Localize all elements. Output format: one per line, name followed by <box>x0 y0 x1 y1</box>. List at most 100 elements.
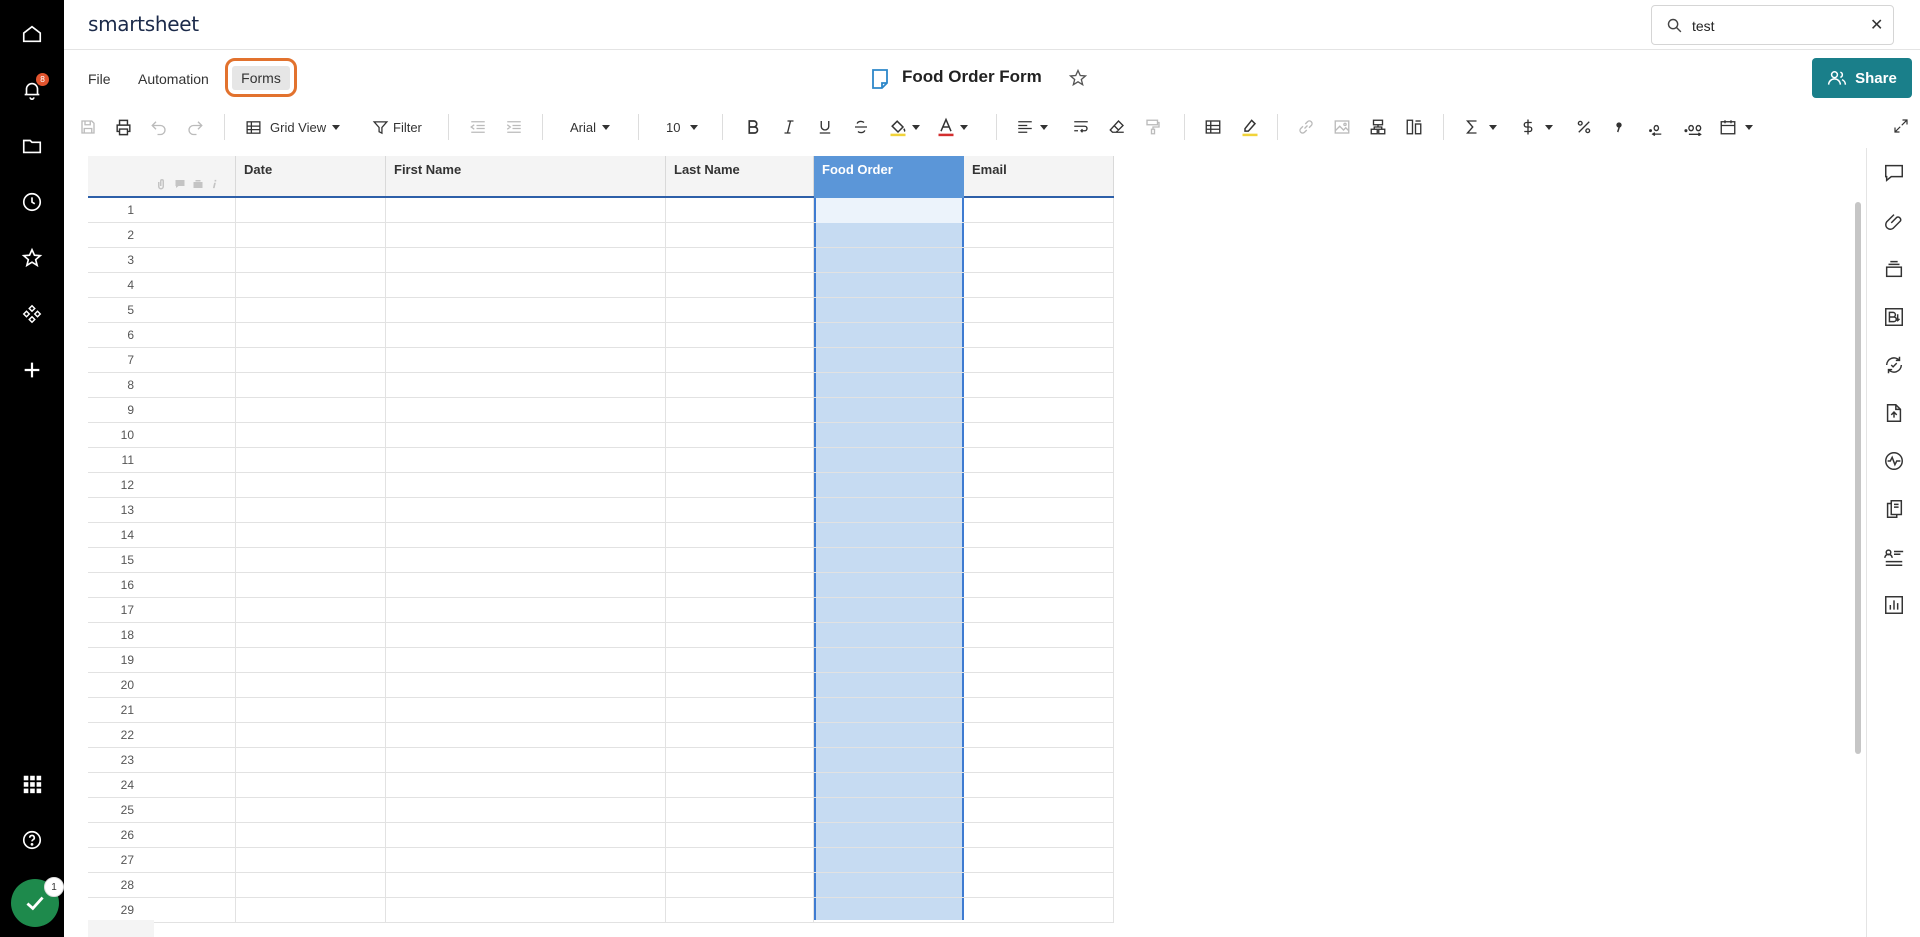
table-cell[interactable] <box>386 423 666 448</box>
table-cell[interactable] <box>236 673 386 698</box>
table-row[interactable]: 29 <box>88 898 1114 923</box>
column-header-food-order[interactable]: Food Order <box>814 156 964 198</box>
home-icon[interactable] <box>12 14 52 54</box>
table-cell[interactable] <box>666 873 814 898</box>
table-cell[interactable] <box>814 573 964 598</box>
table-row[interactable]: 25 <box>88 798 1114 823</box>
table-cell[interactable] <box>236 398 386 423</box>
undo-icon[interactable] <box>150 116 168 138</box>
text-color-dropdown[interactable] <box>936 116 968 138</box>
table-cell[interactable] <box>666 723 814 748</box>
row-header-cell[interactable] <box>88 323 236 348</box>
table-cell[interactable] <box>236 248 386 273</box>
row-header-cell[interactable] <box>88 548 236 573</box>
row-header-cell[interactable] <box>88 823 236 848</box>
row-header-cell[interactable] <box>88 873 236 898</box>
table-row[interactable]: 24 <box>88 773 1114 798</box>
table-cell[interactable] <box>814 748 964 773</box>
table-cell[interactable] <box>386 448 666 473</box>
row-header-cell[interactable] <box>88 598 236 623</box>
search-input[interactable] <box>1692 15 1862 37</box>
table-cell[interactable] <box>814 473 964 498</box>
underline-icon[interactable] <box>816 116 834 138</box>
row-header-cell[interactable] <box>88 223 236 248</box>
row-header-cell[interactable] <box>88 423 236 448</box>
table-cell[interactable] <box>666 423 814 448</box>
table-cell[interactable] <box>814 448 964 473</box>
table-cell[interactable] <box>666 648 814 673</box>
table-row[interactable]: 3 <box>88 248 1114 273</box>
table-cell[interactable] <box>236 848 386 873</box>
table-row[interactable]: 26 <box>88 823 1114 848</box>
row-header-cell[interactable] <box>88 523 236 548</box>
filter-button[interactable]: Filter <box>372 116 422 138</box>
table-cell[interactable] <box>964 723 1114 748</box>
table-row[interactable]: 8 <box>88 373 1114 398</box>
table-cell[interactable] <box>814 823 964 848</box>
table-cell[interactable] <box>964 473 1114 498</box>
table-cell[interactable] <box>386 523 666 548</box>
table-cell[interactable] <box>386 373 666 398</box>
table-cell[interactable] <box>386 273 666 298</box>
wrap-text-icon[interactable] <box>1072 116 1090 138</box>
table-cell[interactable] <box>386 573 666 598</box>
image-icon[interactable] <box>1333 116 1351 138</box>
table-cell[interactable] <box>236 548 386 573</box>
table-row[interactable]: 16 <box>88 573 1114 598</box>
table-cell[interactable] <box>666 448 814 473</box>
table-cell[interactable] <box>386 398 666 423</box>
table-cell[interactable] <box>236 223 386 248</box>
vertical-scrollbar[interactable] <box>1855 202 1861 754</box>
table-cell[interactable] <box>964 523 1114 548</box>
table-cell[interactable] <box>666 373 814 398</box>
reports-icon[interactable] <box>1883 594 1905 616</box>
column-header-email[interactable]: Email <box>964 156 1114 196</box>
table-cell[interactable] <box>666 748 814 773</box>
table-row[interactable]: 18 <box>88 623 1114 648</box>
table-cell[interactable] <box>964 373 1114 398</box>
row-header-cell[interactable] <box>88 448 236 473</box>
row-header-cell[interactable] <box>88 673 236 698</box>
table-row[interactable]: 6 <box>88 323 1114 348</box>
row-header-cell[interactable] <box>88 273 236 298</box>
table-cell[interactable] <box>814 873 964 898</box>
table-cell[interactable] <box>666 773 814 798</box>
table-cell[interactable] <box>236 423 386 448</box>
table-cell[interactable] <box>814 798 964 823</box>
save-icon[interactable] <box>79 116 97 138</box>
thousands-separator-icon[interactable] <box>1611 116 1627 138</box>
table-cell[interactable] <box>386 248 666 273</box>
table-cell[interactable] <box>386 298 666 323</box>
decrease-decimal-icon[interactable] <box>1647 116 1667 138</box>
row-header-cell[interactable] <box>88 848 236 873</box>
row-header-cell[interactable] <box>88 348 236 373</box>
table-cell[interactable] <box>964 623 1114 648</box>
table-cell[interactable] <box>814 523 964 548</box>
comment-icon[interactable] <box>1883 162 1905 184</box>
column-header-last-name[interactable]: Last Name <box>666 156 814 196</box>
table-cell[interactable] <box>814 548 964 573</box>
table-cell[interactable] <box>814 248 964 273</box>
plus-icon[interactable] <box>12 350 52 390</box>
redo-icon[interactable] <box>186 116 204 138</box>
share-button[interactable]: Share <box>1812 58 1912 98</box>
table-cell[interactable] <box>236 648 386 673</box>
table-cell[interactable] <box>236 798 386 823</box>
row-header-cell[interactable] <box>88 748 236 773</box>
table-cell[interactable] <box>666 398 814 423</box>
table-cell[interactable] <box>814 698 964 723</box>
table-cell[interactable] <box>666 623 814 648</box>
format-painter-icon[interactable] <box>1144 116 1162 138</box>
column-header-first-name[interactable]: First Name <box>386 156 666 196</box>
active-cell[interactable] <box>816 198 962 223</box>
print-icon[interactable] <box>114 116 133 138</box>
table-cell[interactable] <box>236 873 386 898</box>
table-cell[interactable] <box>386 223 666 248</box>
table-cell[interactable] <box>964 273 1114 298</box>
fill-color-dropdown[interactable] <box>888 116 920 138</box>
table-cell[interactable] <box>666 848 814 873</box>
table-cell[interactable] <box>814 623 964 648</box>
table-cell[interactable] <box>814 423 964 448</box>
table-row[interactable]: 13 <box>88 498 1114 523</box>
table-cell[interactable] <box>236 273 386 298</box>
